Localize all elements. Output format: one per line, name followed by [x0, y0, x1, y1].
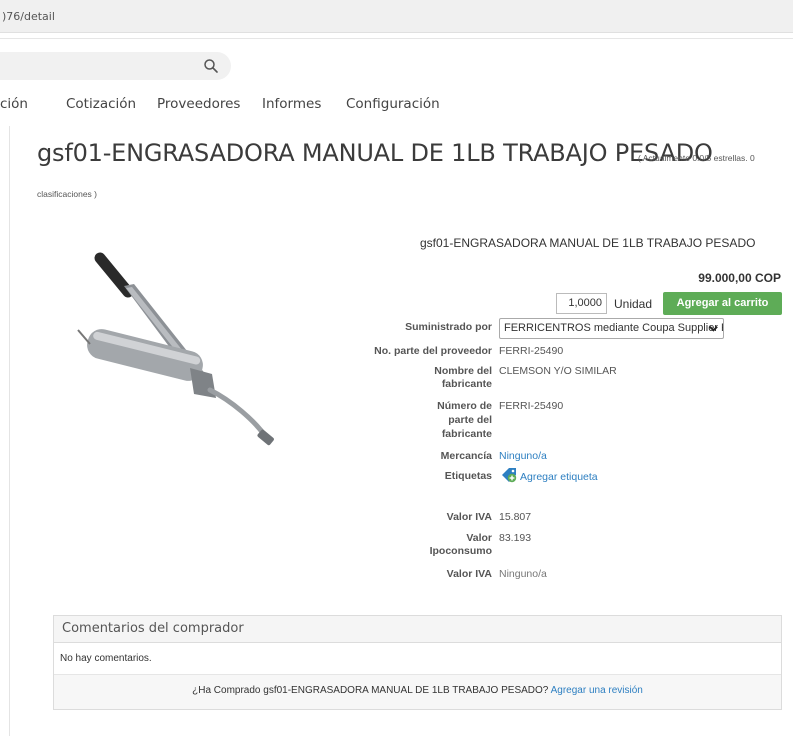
product-image — [77, 252, 274, 446]
ipoconsumo-value: 83.193 — [499, 532, 532, 544]
tag-add-icon[interactable] — [501, 467, 517, 483]
unit-label: Unidad — [614, 297, 653, 311]
tab-proveedores[interactable]: Proveedores — [157, 96, 240, 112]
add-review-link[interactable]: Agregar una revisión — [551, 685, 643, 696]
product-price: 99.000,00 COP — [698, 271, 781, 285]
supplied-by-label: Suministrado por — [405, 321, 492, 333]
buyer-comments-panel: Comentarios del comprador No hay comenta… — [53, 615, 782, 710]
ipoconsumo-label-1: Valor — [466, 532, 492, 544]
iva-label: Valor IVA — [446, 511, 492, 523]
rating-text-cont: clasificaciones ) — [37, 189, 97, 199]
manufacturer-name-value: CLEMSON Y/O SIMILAR — [499, 365, 617, 377]
chevron-down-icon — [709, 326, 718, 332]
no-comments-text: No hay comentarios. — [54, 643, 781, 675]
divider — [0, 38, 793, 39]
supplier-part-value: FERRI-25490 — [499, 345, 564, 357]
tab-informes[interactable]: Informes — [262, 96, 321, 112]
manufacturer-name-label-2: fabricante — [441, 378, 492, 390]
browser-url-bar[interactable]: )76/detail — [0, 0, 793, 33]
product-name: gsf01-ENGRASADORA MANUAL DE 1LB TRABAJO … — [420, 236, 756, 250]
iva-value: 15.807 — [499, 511, 532, 523]
manufacturer-part-label-1: Número de — [437, 400, 492, 412]
review-prompt-text: ¿Ha Comprado gsf01-ENGRASADORA MANUAL DE… — [192, 685, 549, 696]
supplier-selected-value: FERRICENTROS mediante Coupa Supplier Por… — [504, 322, 723, 334]
iva2-label: Valor IVA — [446, 568, 492, 580]
ipoconsumo-label-2: Ipoconsumo — [429, 545, 492, 557]
sidebar-divider — [9, 126, 10, 736]
iva2-value: Ninguno/a — [499, 568, 547, 580]
commodity-label: Mercancía — [440, 450, 492, 462]
url-text[interactable]: )76/detail — [2, 10, 55, 23]
rating-text: ( Actualmente 0.0/5 estrellas. 0 — [638, 153, 755, 163]
manufacturer-name-label-1: Nombre del — [434, 365, 492, 377]
manufacturer-part-value: FERRI-25490 — [499, 400, 564, 412]
supplier-select[interactable]: FERRICENTROS mediante Coupa Supplier Por… — [499, 318, 724, 339]
review-prompt: ¿Ha Comprado gsf01-ENGRASADORA MANUAL DE… — [54, 675, 781, 709]
add-tag-link[interactable]: Agregar etiqueta — [520, 471, 598, 483]
comments-header: Comentarios del comprador — [54, 616, 781, 643]
page-title: gsf01-ENGRASADORA MANUAL DE 1LB TRABAJO … — [37, 139, 713, 167]
tab-cotizacion[interactable]: Cotización — [66, 96, 136, 112]
manufacturer-part-label-2: parte del — [448, 414, 492, 426]
tab-partial[interactable]: ción — [0, 96, 28, 112]
supplier-part-label: No. parte del proveedor — [374, 345, 492, 357]
tab-configuracion[interactable]: Configuración — [346, 96, 440, 112]
main-nav: ción Cotización Proveedores Informes Con… — [0, 92, 793, 118]
commodity-link[interactable]: Ninguno/a — [499, 450, 547, 462]
search-input[interactable] — [0, 52, 231, 80]
search-icon[interactable] — [203, 58, 219, 74]
quantity-input[interactable]: 1,0000 — [556, 293, 607, 314]
tags-label: Etiquetas — [444, 470, 492, 482]
add-to-cart-button[interactable]: Agregar al carrito — [663, 292, 782, 315]
manufacturer-part-label-3: fabricante — [441, 428, 492, 440]
